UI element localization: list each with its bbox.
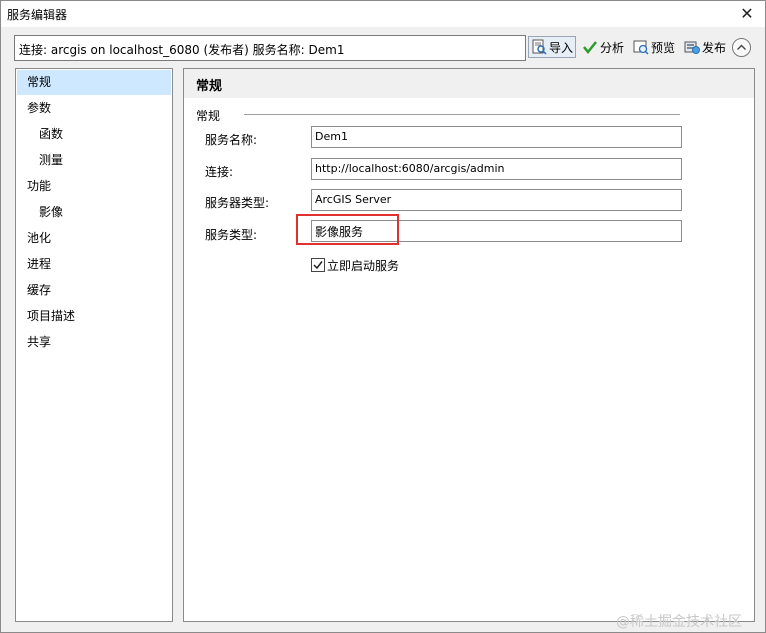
sidebar-item-general[interactable]: 常规	[17, 70, 171, 95]
publish-label: 发布	[702, 40, 727, 55]
sidebar-item-measurement[interactable]: 测量	[17, 148, 171, 173]
sidebar-item-functions[interactable]: 函数	[17, 122, 171, 147]
highlight-box	[296, 214, 399, 245]
group-label: 常规	[196, 109, 221, 123]
connection-info-box: 连接: arcgis on localhost_6080 (发布者) 服务名称:…	[14, 35, 526, 61]
server-type-field[interactable]: ArcGIS Server	[311, 189, 682, 211]
checkmark-icon	[313, 261, 323, 270]
analyze-button[interactable]: 分析	[582, 37, 624, 57]
checkmark-icon	[582, 39, 598, 55]
connection-label: 连接:	[205, 165, 234, 179]
analyze-label: 分析	[600, 40, 625, 55]
service-name-field[interactable]: Dem1	[311, 126, 682, 148]
sidebar-item-label: 测量	[39, 153, 64, 167]
watermark: @稀土掘金技术社区	[616, 614, 742, 630]
sidebar-item-sharing[interactable]: 共享	[17, 330, 171, 355]
server-type-value: ArcGIS Server	[315, 193, 392, 206]
sidebar-item-imagery[interactable]: 影像	[17, 200, 171, 225]
sidebar-item-label: 常规	[27, 75, 52, 89]
preview-label: 预览	[651, 40, 676, 55]
start-service-checkbox[interactable]	[311, 258, 325, 272]
preview-button[interactable]: 预览	[633, 37, 675, 57]
group-divider	[244, 114, 680, 115]
sidebar-item-label: 共享	[27, 335, 52, 349]
sidebar-item-label: 函数	[39, 127, 64, 141]
sidebar-item-label: 缓存	[27, 283, 52, 297]
panel-header: 常规	[184, 69, 754, 98]
window-title: 服务编辑器	[7, 8, 68, 22]
sidebar-item-parameters[interactable]: 参数	[17, 96, 171, 121]
panel-title: 常规	[196, 79, 223, 94]
sidebar-item-item-description[interactable]: 项目描述	[17, 304, 171, 329]
publish-icon	[684, 39, 700, 55]
connection-field[interactable]: http://localhost:6080/arcgis/admin	[311, 158, 682, 180]
sidebar-item-label: 池化	[27, 231, 52, 245]
service-type-label: 服务类型:	[205, 228, 258, 242]
sidebar-item-label: 进程	[27, 257, 52, 271]
sidebar-item-pooling[interactable]: 池化	[17, 226, 171, 251]
sidebar-item-label: 项目描述	[27, 309, 76, 323]
collapse-button[interactable]	[732, 38, 751, 57]
title-bar: 服务编辑器 ✕	[1, 1, 765, 27]
import-label: 导入	[549, 40, 574, 55]
start-service-label: 立即启动服务	[327, 259, 400, 273]
close-button[interactable]: ✕	[737, 4, 757, 24]
preview-icon	[633, 39, 649, 55]
service-name-label: 服务名称:	[205, 133, 258, 147]
service-editor-window: 服务编辑器 ✕ 连接: arcgis on localhost_6080 (发布…	[0, 0, 766, 633]
connection-value: http://localhost:6080/arcgis/admin	[315, 162, 505, 175]
sidebar-item-processes[interactable]: 进程	[17, 252, 171, 277]
import-icon	[531, 39, 547, 55]
connection-info-text: 连接: arcgis on localhost_6080 (发布者) 服务名称:…	[19, 43, 345, 57]
import-button[interactable]: 导入	[528, 36, 577, 58]
close-icon: ✕	[740, 4, 754, 23]
settings-panel: 常规 常规 服务名称: Dem1 连接: http://localhost:60…	[183, 68, 755, 622]
sidebar-item-label: 影像	[39, 205, 64, 219]
server-type-label: 服务器类型:	[205, 196, 270, 210]
sidebar-item-label: 功能	[27, 179, 52, 193]
publish-button[interactable]: 发布	[684, 37, 726, 57]
sidebar-item-caching[interactable]: 缓存	[17, 278, 171, 303]
sidebar-nav: 常规 参数 函数 测量 功能 影像 池化 进程 缓存 项目描述 共享	[15, 68, 173, 622]
chevron-up-icon	[737, 44, 746, 50]
sidebar-item-capabilities[interactable]: 功能	[17, 174, 171, 199]
service-name-value: Dem1	[315, 130, 348, 143]
sidebar-item-label: 参数	[27, 101, 52, 115]
